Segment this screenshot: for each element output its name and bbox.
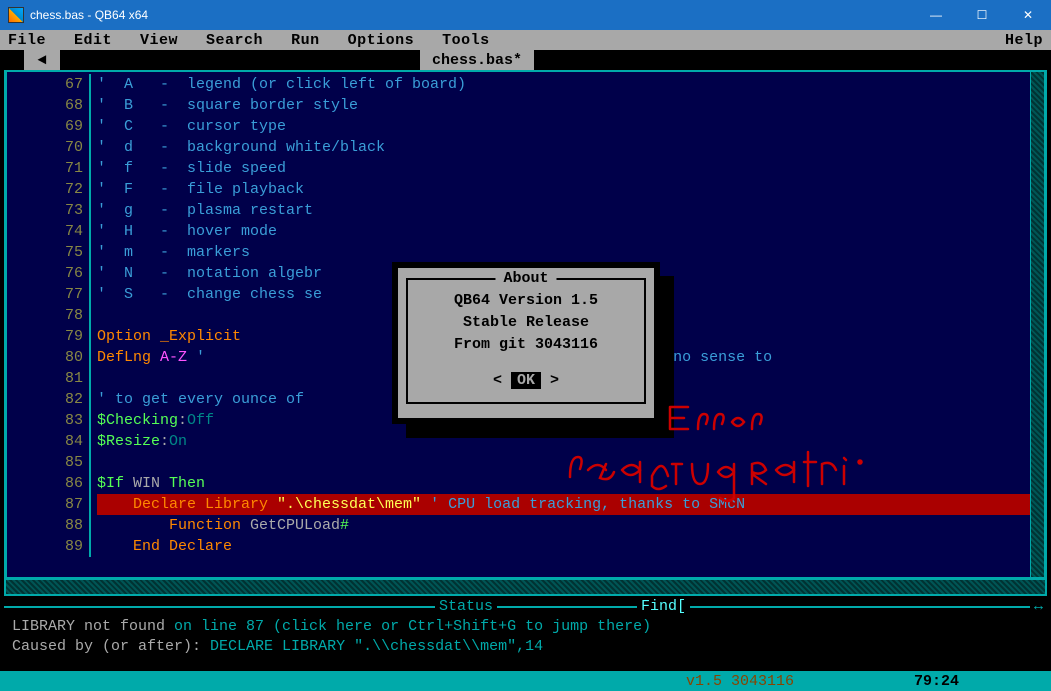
- line-number: 89: [7, 536, 91, 557]
- code-line[interactable]: 85: [7, 452, 1044, 473]
- close-button[interactable]: ✕: [1005, 0, 1051, 30]
- line-number: 75: [7, 242, 91, 263]
- menu-tools[interactable]: Tools: [442, 32, 490, 49]
- line-content[interactable]: End Declare: [97, 536, 232, 557]
- line-number: 83: [7, 410, 91, 431]
- line-number: 67: [7, 74, 91, 95]
- dialog-line2: Stable Release: [408, 312, 644, 334]
- line-content[interactable]: ' H - hover mode: [97, 221, 277, 242]
- menu-help[interactable]: Help: [1005, 32, 1043, 49]
- ok-button[interactable]: < OK >: [493, 370, 559, 392]
- code-line[interactable]: 89 End Declare: [7, 536, 1044, 557]
- line-content[interactable]: Declare Library ".\chessdat\mem" ' CPU l…: [97, 494, 1037, 515]
- line-number: 85: [7, 452, 91, 473]
- cursor-position: 79:24: [914, 673, 959, 690]
- code-line[interactable]: 69 ' C - cursor type: [7, 116, 1044, 137]
- line-number: 68: [7, 95, 91, 116]
- line-content[interactable]: ' F - file playback: [97, 179, 304, 200]
- line-number: 74: [7, 221, 91, 242]
- line-number: 79: [7, 326, 91, 347]
- line-number: 82: [7, 389, 91, 410]
- line-number: 80: [7, 347, 91, 368]
- line-content[interactable]: $Checking:Off: [97, 410, 214, 431]
- line-number: 78: [7, 305, 91, 326]
- version-text: v1.5 3043116: [686, 673, 794, 690]
- status-label: Status: [435, 598, 497, 615]
- line-number: 87: [7, 494, 91, 515]
- line-content[interactable]: $If WIN Then: [97, 473, 205, 494]
- line-content[interactable]: Function GetCPULoad#: [97, 515, 349, 536]
- dialog-line3: From git 3043116: [408, 334, 644, 356]
- status-header: Status Find[ ↔: [4, 598, 1047, 615]
- line-content[interactable]: ' g - plasma restart: [97, 200, 313, 221]
- status-msg1b[interactable]: on line 87 (click here or Ctrl+Shift+G t…: [174, 618, 651, 635]
- code-line[interactable]: 86 $If WIN Then: [7, 473, 1044, 494]
- horizontal-scrollbar[interactable]: [4, 580, 1047, 596]
- dialog-title: About: [495, 268, 556, 290]
- line-number: 76: [7, 263, 91, 284]
- menu-view[interactable]: View: [140, 32, 178, 49]
- status-msg1a: LIBRARY not found: [12, 618, 174, 635]
- line-number: 73: [7, 200, 91, 221]
- line-content[interactable]: ' B - square border style: [97, 95, 358, 116]
- code-line[interactable]: 75 ' m - markers: [7, 242, 1044, 263]
- app-icon: [8, 7, 24, 23]
- maximize-button[interactable]: ☐: [959, 0, 1005, 30]
- line-content[interactable]: ' S - change chess se: [97, 284, 322, 305]
- code-line[interactable]: 87 Declare Library ".\chessdat\mem" ' CP…: [7, 494, 1044, 515]
- code-line[interactable]: 88 Function GetCPULoad#: [7, 515, 1044, 536]
- line-content[interactable]: ' N - notation algebr: [97, 263, 322, 284]
- line-number: 84: [7, 431, 91, 452]
- code-line[interactable]: 72 ' F - file playback: [7, 179, 1044, 200]
- status-body[interactable]: LIBRARY not found on line 87 (click here…: [4, 615, 1047, 659]
- code-line[interactable]: 70 ' d - background white/black: [7, 137, 1044, 158]
- code-line[interactable]: 71 ' f - slide speed: [7, 158, 1044, 179]
- line-content[interactable]: ' C - cursor type: [97, 116, 286, 137]
- code-line[interactable]: 67 ' A - legend (or click left of board): [7, 74, 1044, 95]
- menubar: File Edit View Search Run Options Tools …: [0, 30, 1051, 50]
- menu-options[interactable]: Options: [348, 32, 415, 49]
- line-content[interactable]: ' A - legend (or click left of board): [97, 74, 466, 95]
- menu-search[interactable]: Search: [206, 32, 263, 49]
- bottom-bar: v1.5 3043116 79:24: [0, 671, 1051, 691]
- line-content[interactable]: ' f - slide speed: [97, 158, 286, 179]
- code-line[interactable]: 73 ' g - plasma restart: [7, 200, 1044, 221]
- titlebar: chess.bas - QB64 x64 — ☐ ✕: [0, 0, 1051, 30]
- line-number: 71: [7, 158, 91, 179]
- menu-file[interactable]: File: [8, 32, 46, 49]
- vertical-scrollbar[interactable]: [1030, 72, 1044, 577]
- line-content[interactable]: ' to get every ounce of: [97, 389, 304, 410]
- code-line[interactable]: 74 ' H - hover mode: [7, 221, 1044, 242]
- line-number: 77: [7, 284, 91, 305]
- line-number: 72: [7, 179, 91, 200]
- line-number: 69: [7, 116, 91, 137]
- tab-prev-arrow[interactable]: ◄: [24, 50, 60, 70]
- status-msg2b: DECLARE LIBRARY ".\\chessdat\\mem",14: [210, 638, 543, 655]
- status-resize-icon[interactable]: ↔: [1030, 598, 1047, 615]
- find-label[interactable]: Find[: [637, 598, 690, 615]
- window-title: chess.bas - QB64 x64: [30, 8, 148, 22]
- line-content[interactable]: ' d - background white/black: [97, 137, 385, 158]
- line-number: 86: [7, 473, 91, 494]
- dialog-line1: QB64 Version 1.5: [408, 290, 644, 312]
- line-content[interactable]: $Resize:On: [97, 431, 187, 452]
- status-msg2a: Caused by (or after):: [12, 638, 210, 655]
- menu-edit[interactable]: Edit: [74, 32, 112, 49]
- line-content[interactable]: Option _Explicit: [97, 326, 241, 347]
- code-line[interactable]: 68 ' B - square border style: [7, 95, 1044, 116]
- line-number: 70: [7, 137, 91, 158]
- code-line[interactable]: 84 $Resize:On: [7, 431, 1044, 452]
- line-number: 88: [7, 515, 91, 536]
- line-content[interactable]: ' m - markers: [97, 242, 250, 263]
- about-dialog: About QB64 Version 1.5 Stable Release Fr…: [392, 262, 660, 424]
- tab-active[interactable]: chess.bas*: [420, 50, 534, 70]
- tabbar: ◄ chess.bas*: [0, 50, 1051, 70]
- line-number: 81: [7, 368, 91, 389]
- minimize-button[interactable]: —: [913, 0, 959, 30]
- menu-run[interactable]: Run: [291, 32, 320, 49]
